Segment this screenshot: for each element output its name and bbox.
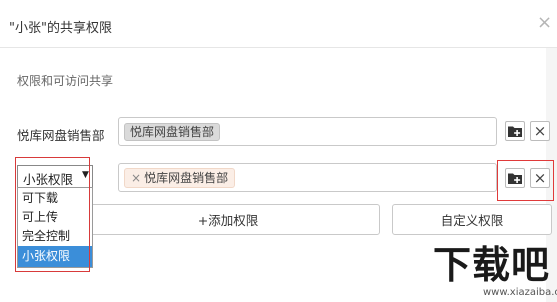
dialog-title: "小张"的共享权限 — [9, 21, 112, 36]
add-permission-button[interactable]: +添加权限 — [76, 204, 380, 235]
remove-row-button[interactable]: × — [530, 121, 550, 141]
share-tag: × 悦库网盘销售部 — [124, 168, 236, 188]
watermark-text: 下载吧 — [433, 243, 551, 287]
share-tag: 悦库网盘销售部 — [124, 123, 221, 141]
close-icon: × — [533, 121, 547, 140]
watermark-url: www.xiazaiba.com — [483, 287, 557, 298]
highlight-box — [15, 157, 90, 272]
group-label: 悦库网盘销售部 — [17, 128, 105, 143]
tag-remove-icon[interactable]: × — [131, 171, 141, 185]
custom-permission-button[interactable]: 自定义权限 — [392, 204, 552, 235]
watermark: 下载吧 www.xiazaiba.com — [415, 243, 557, 302]
folder-add-icon — [508, 126, 522, 137]
add-folder-button[interactable] — [505, 121, 525, 141]
section-label: 权限和可访问共享 — [17, 74, 114, 88]
share-target-field[interactable]: 悦库网盘销售部 — [118, 117, 497, 146]
dialog-close-button[interactable]: × — [537, 14, 552, 32]
share-tag-label: 悦库网盘销售部 — [144, 171, 229, 185]
share-target-field[interactable]: × 悦库网盘销售部 — [118, 163, 497, 192]
dialog-header: "小张"的共享权限 × — [0, 0, 557, 48]
highlight-box — [497, 160, 554, 201]
